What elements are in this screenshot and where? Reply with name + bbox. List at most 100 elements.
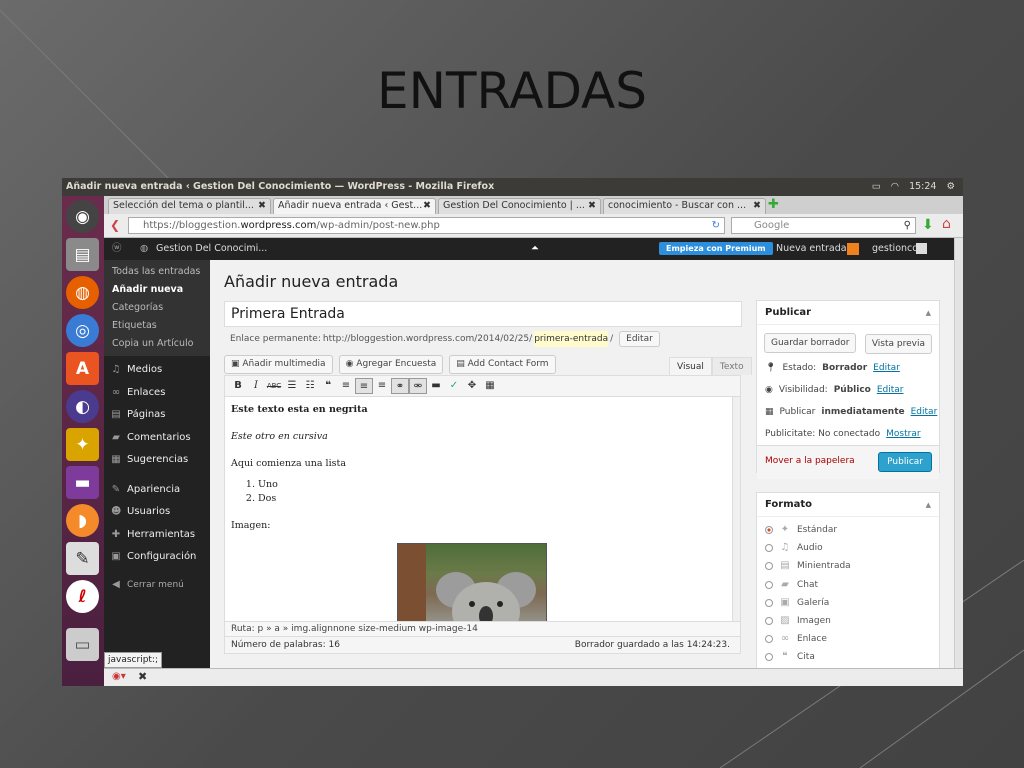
reload-icon[interactable]: ↻ <box>712 218 720 233</box>
editor-scrollbar[interactable] <box>732 397 740 621</box>
notification-icon[interactable] <box>847 243 859 255</box>
radio[interactable] <box>765 544 773 553</box>
preview-button[interactable]: Vista previa <box>864 334 932 354</box>
add-poll-button[interactable]: ◉ Agregar Encuesta <box>338 355 444 374</box>
sidebar-item-add-new[interactable]: Añadir nueva <box>104 281 210 299</box>
tab-text[interactable]: Texto <box>711 357 752 375</box>
format-option-aside[interactable]: ▤ Minientrada <box>757 557 939 575</box>
chrome-icon[interactable]: ◎ <box>66 314 99 347</box>
radio[interactable] <box>765 580 773 589</box>
user-name[interactable]: gestionco <box>872 238 918 260</box>
spellcheck-icon[interactable]: ✓ <box>445 378 463 394</box>
eclipse-icon[interactable]: ◐ <box>66 390 99 423</box>
tab-new-post[interactable]: Añadir nueva entrada ‹ Gest... ✖ <box>273 198 436 214</box>
files-icon[interactable]: ▤ <box>66 238 99 271</box>
format-option-gallery[interactable]: ▣ Galería <box>757 594 939 612</box>
back-icon[interactable]: ❮ <box>110 218 120 232</box>
format-option-chat[interactable]: ▰ Chat <box>757 576 939 594</box>
unlink-icon[interactable]: ⚮ <box>409 378 427 394</box>
page-scrollbar[interactable] <box>954 238 963 668</box>
search-input[interactable]: Google ⚲ <box>731 217 916 234</box>
numbered-list-icon[interactable]: ☷ <box>301 378 319 394</box>
home-icon[interactable]: ⌂ <box>942 216 951 232</box>
sidebar-item-links[interactable]: ∞ Enlaces <box>104 382 210 405</box>
sidebar-item-users[interactable]: ☻ Usuarios <box>104 501 210 524</box>
format-option-audio[interactable]: ♫ Audio <box>757 539 939 557</box>
workspace-icon[interactable]: ✦ <box>66 428 99 461</box>
close-icon[interactable]: ✖ <box>753 199 761 213</box>
addon-icon[interactable]: ◉▾ <box>112 671 126 682</box>
gear-icon[interactable]: ⚙ <box>946 178 955 196</box>
align-center-icon[interactable]: ≡ <box>355 378 373 394</box>
url-bar[interactable]: https://bloggestion.wordpress.com/wp-adm… <box>128 217 725 234</box>
pdf-reader-icon[interactable]: ℓ <box>66 580 99 613</box>
new-post-link[interactable]: Nueva entrada <box>776 238 847 260</box>
publish-button[interactable]: Publicar <box>878 452 932 472</box>
avatar[interactable] <box>916 243 927 254</box>
toolbar-toggle-icon[interactable]: ▦ <box>481 378 499 394</box>
close-icon[interactable]: ✖ <box>258 199 266 213</box>
edit-schedule-link[interactable]: Editar <box>911 401 938 423</box>
clock[interactable]: 15:24 <box>909 178 936 196</box>
koala-image[interactable] <box>397 543 547 621</box>
site-name[interactable]: Gestion Del Conocimi... <box>156 238 267 260</box>
sidebar-item-media[interactable]: ♫ Medios <box>104 359 210 382</box>
radio[interactable] <box>765 562 773 571</box>
sidebar-item-all-posts[interactable]: Todas las entradas <box>104 263 210 281</box>
sidebar-item-comments[interactable]: ▰ Comentarios <box>104 427 210 450</box>
editor-content[interactable]: Este texto esta en negrita Este otro en … <box>224 397 741 622</box>
radio-selected[interactable] <box>765 526 773 535</box>
search-icon[interactable]: ⚲ <box>904 218 911 233</box>
format-option-standard[interactable]: ✦ Estándar <box>757 521 939 539</box>
app-icon[interactable]: ◗ <box>66 504 99 537</box>
collapse-caret-icon[interactable]: ▲ <box>926 301 931 325</box>
premium-button[interactable]: Empieza con Premium <box>659 242 773 255</box>
sidebar-item-settings[interactable]: ▣ Configuración <box>104 546 210 569</box>
sidebar-item-feedback[interactable]: ▦ Sugerencias <box>104 449 210 472</box>
presentation-icon[interactable]: ▬ <box>66 466 99 499</box>
format-option-link[interactable]: ∞ Enlace <box>757 630 939 648</box>
close-icon[interactable]: ✖ <box>588 199 596 213</box>
edit-status-link[interactable]: Editar <box>873 357 900 379</box>
move-to-trash-link[interactable]: Mover a la papelera <box>765 456 855 466</box>
sidebar-item-appearance[interactable]: ✎ Apariencia <box>104 479 210 502</box>
more-tag-icon[interactable]: ▬ <box>427 378 445 394</box>
wordpress-logo-icon[interactable]: ⓦ <box>112 238 122 260</box>
collapse-caret-icon[interactable]: ▲ <box>926 493 931 517</box>
download-icon[interactable]: ⬇ <box>922 217 934 233</box>
battery-icon[interactable]: ▭ <box>872 178 881 196</box>
radio[interactable] <box>765 635 773 644</box>
software-center-icon[interactable]: A <box>66 352 99 385</box>
collapse-icon[interactable]: ⏶ <box>531 238 539 260</box>
radio[interactable] <box>765 617 773 626</box>
radio[interactable] <box>765 598 773 607</box>
close-icon[interactable]: ✖ <box>138 670 147 683</box>
edit-visibility-link[interactable]: Editar <box>877 379 904 401</box>
align-right-icon[interactable]: ≡ <box>373 378 391 394</box>
bold-icon[interactable]: B <box>229 378 247 394</box>
tab-theme[interactable]: Selección del tema o plantil... ✖ <box>108 198 271 214</box>
sidebar-item-tags[interactable]: Etiquetas <box>104 317 210 335</box>
link-icon[interactable]: ⚭ <box>391 378 409 394</box>
bullet-list-icon[interactable]: ☰ <box>283 378 301 394</box>
format-option-image[interactable]: ▨ Imagen <box>757 612 939 630</box>
sidebar-item-pages[interactable]: ▤ Páginas <box>104 404 210 427</box>
sidebar-item-collapse[interactable]: ◀ Cerrar menú <box>104 574 210 597</box>
strikethrough-icon[interactable]: ABC <box>265 378 283 394</box>
close-icon[interactable]: ✖ <box>423 199 431 213</box>
save-draft-button[interactable]: Guardar borrador <box>764 333 857 353</box>
show-publicize-link[interactable]: Mostrar <box>886 423 920 445</box>
sidebar-item-categories[interactable]: Categorías <box>104 299 210 317</box>
add-contact-form-button[interactable]: ▤ Add Contact Form <box>449 355 556 374</box>
tab-visual[interactable]: Visual <box>669 357 712 375</box>
sidebar-item-tools[interactable]: ✚ Herramientas <box>104 524 210 547</box>
disk-icon[interactable]: ▭ <box>66 628 99 661</box>
text-editor-icon[interactable]: ✎ <box>66 542 99 575</box>
firefox-icon[interactable]: ◍ <box>66 276 99 309</box>
fullscreen-icon[interactable]: ✥ <box>463 378 481 394</box>
blockquote-icon[interactable]: ❝ <box>319 378 337 394</box>
radio[interactable] <box>765 653 773 662</box>
italic-icon[interactable]: I <box>247 378 265 394</box>
new-tab-icon[interactable]: ✚ <box>768 198 784 214</box>
add-media-button[interactable]: ▣ Añadir multimedia <box>224 355 333 374</box>
